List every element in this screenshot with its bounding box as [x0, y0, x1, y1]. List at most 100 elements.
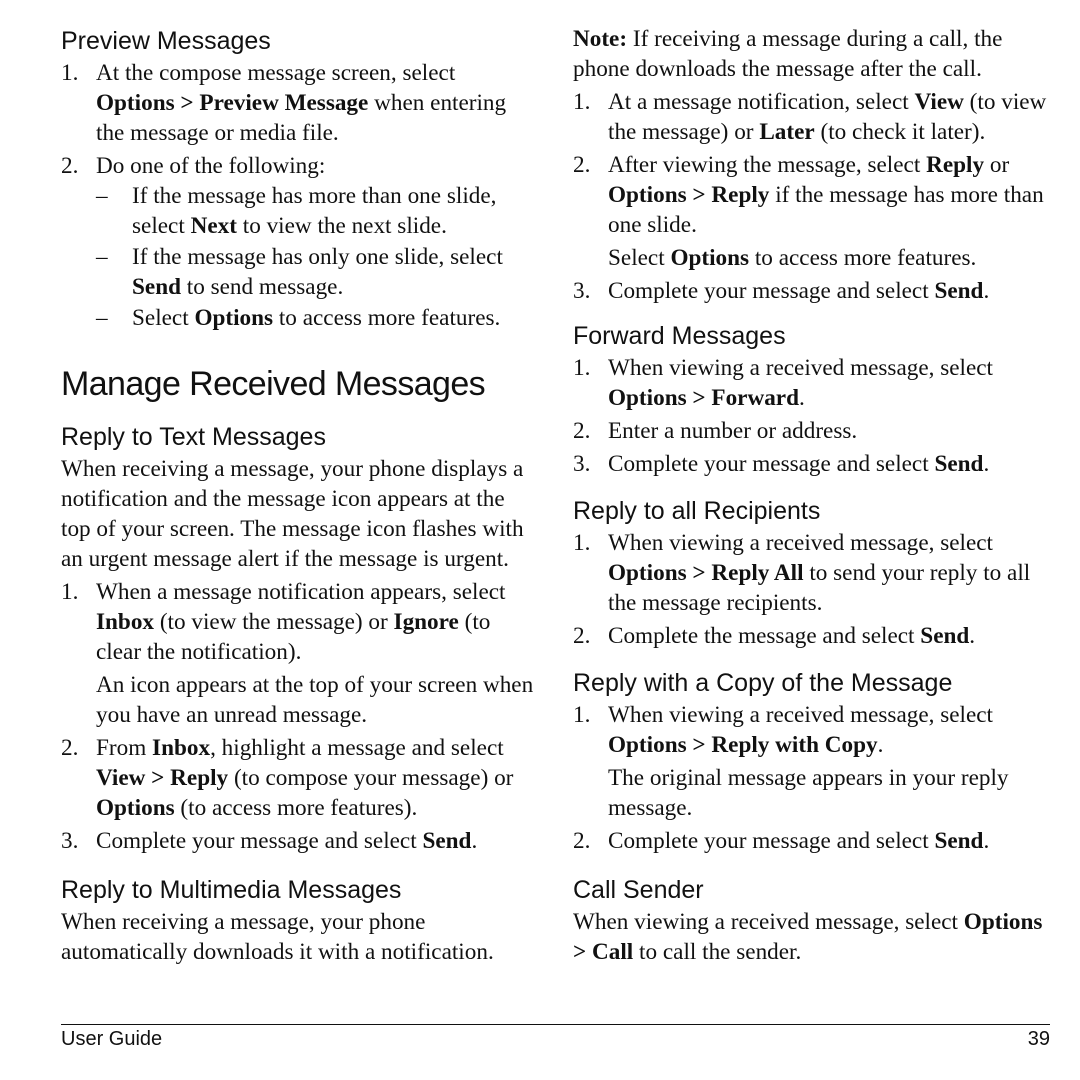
bold-term: Send	[920, 623, 970, 649]
list-number: 2.	[573, 152, 591, 178]
list-number: 1.	[61, 60, 79, 86]
list-item-text: Enter a number or address.	[608, 418, 858, 444]
bold-term: Inbox	[152, 735, 211, 761]
list-item-text: After viewing the message, select Reply …	[608, 152, 1044, 238]
bold-term: Options	[96, 795, 175, 821]
right-column: Note: If receiving a message during a ca…	[573, 24, 1051, 967]
list-item-text: When viewing a received message, select …	[608, 530, 1031, 616]
heading-reply-all: Reply to all Recipients	[573, 497, 821, 525]
list-item: 2. From Inbox, highlight a message and se…	[61, 733, 537, 823]
dash-bullet: –	[96, 244, 108, 270]
list-number: 2.	[573, 828, 591, 854]
list-item: 1. At a message notification, select View…	[573, 87, 1051, 147]
sub-list-item: – If the message has more than one slide,…	[96, 181, 537, 241]
list-item: 3. Complete your message and select Send.	[61, 826, 537, 856]
list-item: 1. When viewing a received message, selec…	[573, 700, 1051, 823]
list-item-text: Complete your message and select Send.	[96, 828, 478, 854]
list-number: 2.	[61, 735, 79, 761]
bold-term: Send	[422, 828, 472, 854]
list-item-note: An icon appears at the top of your scree…	[96, 672, 534, 728]
list-item-note: Select Options to access more features.	[608, 245, 977, 271]
list-item-text: When a message notification appears, sel…	[96, 579, 506, 665]
reply-text-steps: 1. When a message notification appears, s…	[61, 577, 537, 856]
list-item-text: At the compose message screen, select Op…	[96, 60, 507, 146]
bold-term: Reply	[926, 152, 985, 178]
heading-forward-messages: Forward Messages	[573, 322, 786, 350]
preview-steps: 1. At the compose message screen, select …	[61, 58, 537, 333]
bold-term: Options > Call	[573, 909, 1043, 965]
list-item: 1. When a message notification appears, s…	[61, 577, 537, 730]
list-number: 3.	[573, 451, 591, 477]
bold-term: Options > Reply	[608, 182, 770, 208]
heading-preview-messages: Preview Messages	[61, 27, 271, 55]
page-number: 39	[1027, 1028, 1050, 1050]
note-steps: 1. At a message notification, select View…	[573, 87, 1051, 306]
list-item: 1. When viewing a received message, selec…	[573, 353, 1051, 413]
bold-term: Options > Preview Message	[96, 90, 369, 116]
list-number: 2.	[61, 153, 79, 179]
reply-copy-steps: 1. When viewing a received message, selec…	[573, 700, 1051, 856]
list-item: 1. When viewing a received message, selec…	[573, 528, 1051, 618]
list-number: 3.	[573, 278, 591, 304]
bold-term: View	[914, 89, 964, 115]
left-column: Preview Messages 1. At the compose messag…	[61, 24, 537, 967]
bold-term: View > Reply	[96, 765, 229, 791]
bold-term: Send	[934, 451, 984, 477]
heading-reply-copy: Reply with a Copy of the Message	[573, 669, 953, 697]
list-item-text: Complete the message and select Send.	[608, 623, 976, 649]
list-number: 1.	[573, 89, 591, 115]
reply-multimedia-intro: When receiving a message, your phone aut…	[61, 909, 494, 965]
forward-steps: 1. When viewing a received message, selec…	[573, 353, 1051, 479]
list-item: 2. Complete the message and select Send.	[573, 621, 1051, 651]
list-number: 1.	[573, 702, 591, 728]
list-item-text: Complete your message and select Send.	[608, 451, 990, 477]
dash-bullet: –	[96, 183, 108, 209]
list-number: 2.	[573, 623, 591, 649]
list-item-text: At a message notification, select View (…	[608, 89, 1047, 145]
list-item-text: Do one of the following:	[96, 153, 326, 179]
reply-all-steps: 1. When viewing a received message, selec…	[573, 528, 1051, 651]
bold-term: Options	[194, 305, 274, 331]
sub-list-item: – Select Options to access more features.	[96, 303, 537, 333]
list-item: 1. At the compose message screen, select …	[61, 58, 537, 148]
bold-term: Options	[670, 245, 750, 271]
list-item-text: When viewing a received message, select …	[608, 702, 993, 758]
bold-term: Note:	[573, 26, 628, 52]
heading-reply-multimedia: Reply to Multimedia Messages	[61, 876, 402, 904]
list-number: 3.	[61, 828, 79, 854]
list-number: 1.	[61, 579, 79, 605]
sub-list-item-text: Select Options to access more features.	[132, 305, 501, 331]
bold-term: Send	[132, 274, 181, 300]
bold-term: Options > Forward	[608, 385, 799, 411]
bold-term: Ignore	[393, 609, 459, 635]
list-item: 2. Complete your message and select Send.	[573, 826, 1051, 856]
bold-term: Send	[934, 278, 984, 304]
list-item-text: When viewing a received message, select …	[608, 355, 993, 411]
footer-title: User Guide	[61, 1028, 163, 1050]
note-text: Note: If receiving a message during a ca…	[573, 26, 1003, 82]
list-number: 1.	[573, 355, 591, 381]
dash-bullet: –	[96, 305, 108, 331]
bold-term: Inbox	[96, 609, 155, 635]
sub-list-item-text: If the message has only one slide, selec…	[132, 244, 503, 300]
sub-list-item-text: If the message has more than one slide, …	[132, 183, 497, 239]
list-item: 2. Enter a number or address.	[573, 416, 1051, 446]
list-item: 3. Complete your message and select Send.	[573, 449, 1051, 479]
call-sender-text: When viewing a received message, select …	[573, 909, 1043, 965]
footer-divider	[61, 1024, 1050, 1025]
list-item-note: The original message appears in your rep…	[608, 765, 1009, 821]
list-item: 3. Complete your message and select Send.	[573, 276, 1051, 306]
list-number: 1.	[573, 530, 591, 556]
bold-term: Send	[934, 828, 984, 854]
list-item-text: Complete your message and select Send.	[608, 278, 990, 304]
reply-text-intro: When receiving a message, your phone dis…	[61, 456, 524, 572]
list-item: 2. After viewing the message, select Repl…	[573, 150, 1051, 273]
sub-list-item: – If the message has only one slide, sele…	[96, 242, 537, 302]
heading-reply-text-messages: Reply to Text Messages	[61, 423, 326, 451]
list-item-text: From Inbox, highlight a message and sele…	[96, 735, 514, 821]
heading-call-sender: Call Sender	[573, 876, 704, 904]
bold-term: Later	[759, 119, 815, 145]
bold-term: Next	[190, 213, 237, 239]
bold-term: Options > Reply All	[608, 560, 804, 586]
page-title: Manage Received Messages	[61, 365, 486, 403]
